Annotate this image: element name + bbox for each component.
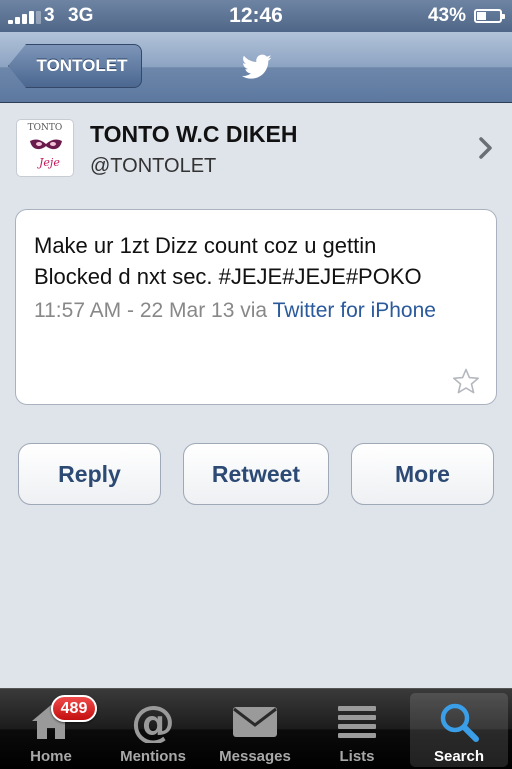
favorite-star-icon[interactable] [452,368,480,394]
user-handle: @TONTOLET [90,155,217,177]
home-notification-badge: 489 [51,695,97,722]
tab-mentions[interactable]: @ Mentions [102,689,204,769]
tab-home-label: Home [30,748,72,765]
battery-percentage: 43% [427,5,466,26]
avatar-top-text: TONTO [27,123,63,133]
reply-button[interactable]: Reply [18,443,161,505]
magnifying-glass-icon [440,703,479,742]
list-icon [338,706,376,738]
profile-header[interactable]: TONTO Jeje TONTO W.C DIKEH @TONTOLET [0,103,512,189]
tweet-text: Make ur 1zt Dizz count coz u gettin Bloc… [34,233,422,289]
tab-messages[interactable]: Messages [204,689,306,769]
tab-bar: 489 Home @ Mentions Messages Lists Searc… [0,688,512,769]
status-bar: 3 3G 12:46 43% [0,0,512,32]
tweet-meta: 11:57 AM - 22 Mar 13 via Twitter for iPh… [34,295,478,326]
battery-icon [474,9,505,23]
eye-mask-icon [30,139,62,150]
tab-search[interactable]: Search [410,693,508,767]
twitter-bird-icon [242,54,272,79]
avatar-signature: Jeje [39,156,60,169]
display-name: TONTO W.C DIKEH [90,121,298,147]
more-button[interactable]: More [351,443,494,505]
tab-mentions-label: Mentions [120,748,186,765]
tab-messages-label: Messages [219,748,291,765]
tab-lists[interactable]: Lists [306,689,408,769]
navigation-bar: TONTOLET [0,32,512,103]
chevron-right-icon[interactable] [478,136,494,160]
back-button[interactable]: TONTOLET [8,44,142,88]
tweet-card: Make ur 1zt Dizz count coz u gettin Bloc… [15,209,497,405]
avatar[interactable]: TONTO Jeje [16,119,74,177]
at-sign-icon: @ [131,699,175,743]
back-button-label: TONTOLET [36,56,128,75]
tab-home[interactable]: 489 Home [0,689,102,769]
tab-search-label: Search [433,748,485,765]
envelope-icon [233,707,277,737]
tweet-source-link[interactable]: Twitter for iPhone [273,299,436,322]
tab-lists-label: Lists [339,748,375,765]
tweet-timestamp: 11:57 AM - 22 Mar 13 [34,299,235,322]
via-word: via [240,299,268,322]
svg-text:@: @ [131,699,175,743]
retweet-button[interactable]: Retweet [183,443,329,505]
